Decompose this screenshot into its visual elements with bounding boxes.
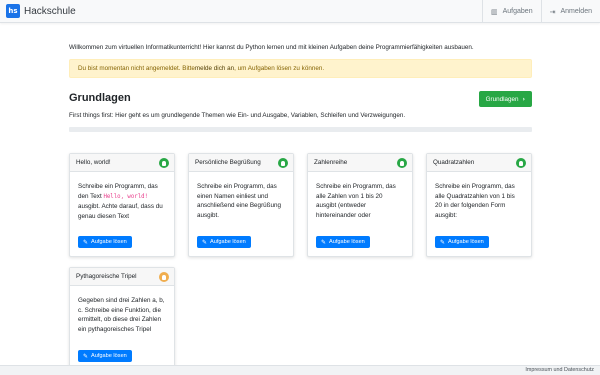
card-title: Zahlenreihe: [314, 159, 348, 166]
solve-task-button[interactable]: ✎ Aufgabe lösen: [435, 236, 489, 248]
pencil-icon: ✎: [202, 238, 208, 246]
card-text: Schreibe ein Programm, das alle Quadratz…: [435, 183, 515, 219]
card-title: Pythagoreische Tripel: [76, 273, 137, 280]
nav-aufgaben[interactable]: ▥ Aufgaben: [481, 0, 541, 23]
section-description: First things first: Hier geht es um grun…: [69, 112, 406, 119]
card-description: Schreibe ein Programm, das den Text Hell…: [70, 172, 174, 226]
card-header: Pythagoreische Tripel: [70, 268, 174, 286]
solve-task-label: Aufgabe lösen: [91, 353, 127, 359]
card-text-after: ausgibt. Achte darauf, dass du genau die…: [78, 203, 163, 220]
card-header: Quadratzahlen: [427, 154, 531, 172]
card-description: Schreibe ein Programm, das alle Zahlen v…: [308, 172, 412, 226]
solve-task-label: Aufgabe lösen: [329, 239, 365, 245]
brand[interactable]: hs Hackschule: [6, 4, 76, 18]
nav-anmelden[interactable]: ⇥ Anmelden: [540, 0, 600, 23]
solve-task-label: Aufgabe lösen: [210, 239, 246, 245]
lightbulb-icon: [278, 158, 288, 168]
card-title: Hello, world!: [76, 159, 111, 166]
pencil-icon: ✎: [83, 238, 89, 246]
card-description: Schreibe ein Programm, das einen Namen e…: [189, 172, 293, 226]
hackschule-logo-icon: hs: [6, 4, 20, 18]
solve-task-button[interactable]: ✎ Aufgabe lösen: [197, 236, 251, 248]
grundlagen-button-label: Grundlagen: [485, 95, 519, 103]
nav-aufgaben-label: Aufgaben: [502, 8, 533, 15]
grundlagen-button[interactable]: Grundlagen ›: [478, 91, 532, 107]
card-title: Quadratzahlen: [433, 159, 475, 166]
card-description: Schreibe ein Programm, das alle Quadratz…: [427, 172, 531, 226]
solve-task-label: Aufgabe lösen: [448, 239, 484, 245]
task-card: Quadratzahlen Schreibe ein Programm, das …: [426, 153, 532, 257]
solve-task-button[interactable]: ✎ Aufgabe lösen: [316, 236, 370, 248]
map-icon: ▥: [490, 7, 498, 16]
solve-task-label: Aufgabe lösen: [91, 239, 127, 245]
card-code: Hello, world!: [103, 193, 148, 200]
card-text: Gegeben sind drei Zahlen a, b, c. Schrei…: [78, 297, 165, 333]
task-card: Persönliche Begrüßung Schreibe ein Progra…: [188, 153, 294, 257]
footer: Impressum und Datenschutz: [0, 365, 600, 375]
pencil-icon: ✎: [321, 238, 327, 246]
alert-suffix: , um Aufgaben lösen zu können.: [234, 65, 325, 72]
top-navbar: hs Hackschule ▥ Aufgaben ⇥ Anmelden: [0, 0, 600, 23]
lightbulb-icon: [397, 158, 407, 168]
chevron-right-icon: ›: [522, 95, 525, 103]
task-card: Hello, world! Schreibe ein Programm, das …: [69, 153, 175, 257]
card-description: Gegeben sind drei Zahlen a, b, c. Schrei…: [70, 286, 174, 340]
impressum-link[interactable]: Impressum und Datenschutz: [525, 367, 594, 373]
sign-in-icon: ⇥: [549, 7, 556, 16]
login-link[interactable]: melde dich an: [195, 65, 234, 72]
solve-task-button[interactable]: ✎ Aufgabe lösen: [78, 236, 132, 248]
alert-prefix: Du bist momentan nicht angemeldet. Bitte: [78, 65, 195, 72]
card-header: Hello, world!: [70, 154, 174, 172]
solve-task-button[interactable]: ✎ Aufgabe lösen: [78, 350, 132, 362]
welcome-text: Willkommen zum virtuellen Informatikunte…: [69, 44, 474, 51]
pencil-icon: ✎: [440, 238, 446, 246]
section-title: Grundlagen: [69, 92, 131, 104]
lightbulb-icon: [159, 272, 169, 282]
pencil-icon: ✎: [83, 352, 89, 360]
login-alert: Du bist momentan nicht angemeldet. Bitte…: [69, 59, 532, 78]
card-text: Schreibe ein Programm, das alle Zahlen v…: [316, 183, 396, 219]
section-header: Grundlagen Grundlagen ›: [69, 91, 532, 107]
brand-name: Hackschule: [24, 5, 76, 17]
card-header: Persönliche Begrüßung: [189, 154, 293, 172]
lightbulb-icon: [516, 158, 526, 168]
card-header: Zahlenreihe: [308, 154, 412, 172]
main-content: Willkommen zum virtuellen Informatikunte…: [69, 44, 532, 132]
card-title: Persönliche Begrüßung: [195, 159, 261, 166]
nav-right: ▥ Aufgaben ⇥ Anmelden: [481, 0, 600, 23]
card-text: Schreibe ein Programm, das einen Namen e…: [197, 183, 282, 219]
section-progress-bar: [69, 127, 532, 132]
lightbulb-icon: [159, 158, 169, 168]
nav-anmelden-label: Anmelden: [560, 8, 592, 15]
task-card: Pythagoreische Tripel Gegeben sind drei Z…: [69, 267, 175, 371]
task-card: Zahlenreihe Schreibe ein Programm, das al…: [307, 153, 413, 257]
